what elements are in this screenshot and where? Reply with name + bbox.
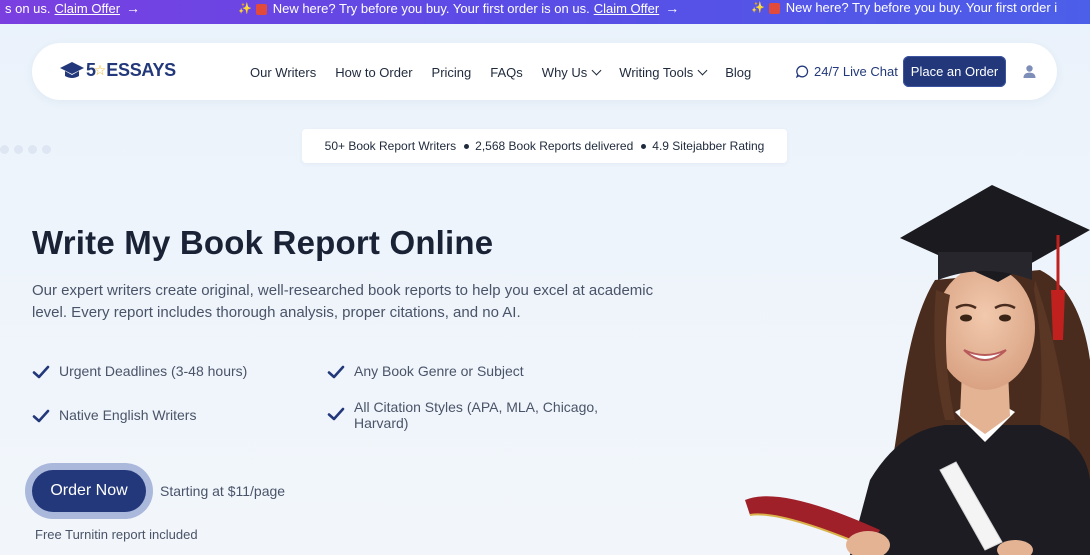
user-icon[interactable] (1022, 64, 1037, 79)
promo-ticker: s on us. Claim Offer → ✨ New here? Try b… (0, 0, 1090, 24)
graduate-photo (745, 185, 1090, 555)
feature-label: Any Book Genre or Subject (354, 363, 524, 379)
feature-item: Any Book Genre or Subject (327, 363, 524, 381)
check-icon (327, 407, 345, 421)
live-chat-link[interactable]: 24/7 Live Chat (796, 64, 898, 79)
page-title: Write My Book Report Online (32, 224, 494, 261)
graduation-cap-icon (60, 61, 84, 78)
logo-text: ESSAYS (106, 60, 176, 80)
nav-writing-tools-label: Writing Tools (619, 65, 694, 80)
check-icon (32, 365, 50, 379)
promo-message: New here? Try before you buy. Your first… (272, 0, 590, 16)
stat-writers: 50+ Book Report Writers (324, 139, 457, 153)
chevron-down-icon (697, 65, 708, 76)
feature-item: Native English Writers (32, 407, 196, 425)
chevron-down-icon (591, 65, 602, 76)
nav-blog[interactable]: Blog (725, 65, 751, 80)
nav-faqs[interactable]: FAQs (490, 65, 523, 80)
place-order-button[interactable]: Place an Order (903, 56, 1006, 87)
check-icon (32, 409, 50, 423)
promo-fragment: s on us. (5, 0, 51, 16)
nav-how-to-order[interactable]: How to Order (335, 65, 412, 80)
arrow-right-icon: → (126, 0, 141, 16)
stats-bar: 50+ Book Report Writers 2,568 Book Repor… (302, 129, 787, 163)
separator-dot (464, 143, 470, 149)
hero-description: Our expert writers create original, well… (32, 282, 654, 321)
feature-label: All Citation Styles (APA, MLA, Chicago, … (354, 399, 599, 431)
separator-dot (641, 143, 647, 149)
nav-why-us-label: Why Us (541, 65, 588, 80)
star-icon: ☆ (93, 62, 107, 78)
navbar: 5 ☆ ESSAYS Our Writers How to Order Pric… (32, 43, 1057, 100)
claim-offer-link[interactable]: Claim Offer (594, 1, 660, 16)
arrow-right-icon: → (665, 0, 680, 16)
promo-message: New here? Try before you buy. Your first… (785, 0, 1058, 15)
chat-icon (796, 65, 809, 78)
nav-pricing[interactable]: Pricing (432, 65, 472, 80)
nav-writing-tools[interactable]: Writing Tools (619, 65, 708, 80)
turnitin-note: Free Turnitin report included (35, 527, 198, 542)
feature-label: Native English Writers (59, 407, 197, 423)
feature-label: Urgent Deadlines (3-48 hours) (59, 363, 248, 379)
order-now-button[interactable]: Order Now (32, 470, 146, 512)
feature-item: Urgent Deadlines (3-48 hours) (32, 363, 247, 381)
promo-item: ✨ New here? Try before you buy. Your fir… (751, 0, 1057, 15)
sparkle-icon: ✨ (238, 2, 252, 15)
feature-item: All Citation Styles (APA, MLA, Chicago, … (327, 399, 627, 431)
check-icon (327, 365, 345, 379)
promo-item: ✨ New here? Try before you buy. Your fir… (238, 0, 679, 16)
logo[interactable]: 5 ☆ ESSAYS (60, 60, 176, 81)
nav-our-writers[interactable]: Our Writers (250, 65, 316, 80)
stat-rating: 4.9 Sitejabber Rating (652, 139, 765, 153)
gift-icon (255, 3, 267, 15)
starting-price: Starting at $11/page (160, 483, 286, 499)
gift-icon (768, 3, 780, 14)
live-chat-label: 24/7 Live Chat (814, 64, 898, 79)
sparkle-icon: ✨ (751, 2, 765, 14)
nav-links: Our Writers How to Order Pricing FAQs Wh… (250, 65, 770, 80)
decorative-dots (0, 145, 51, 154)
claim-offer-link[interactable]: Claim Offer (55, 1, 121, 16)
promo-item: s on us. Claim Offer → (5, 0, 140, 16)
nav-why-us[interactable]: Why Us (541, 65, 602, 80)
stat-delivered: 2,568 Book Reports delivered (475, 139, 634, 153)
